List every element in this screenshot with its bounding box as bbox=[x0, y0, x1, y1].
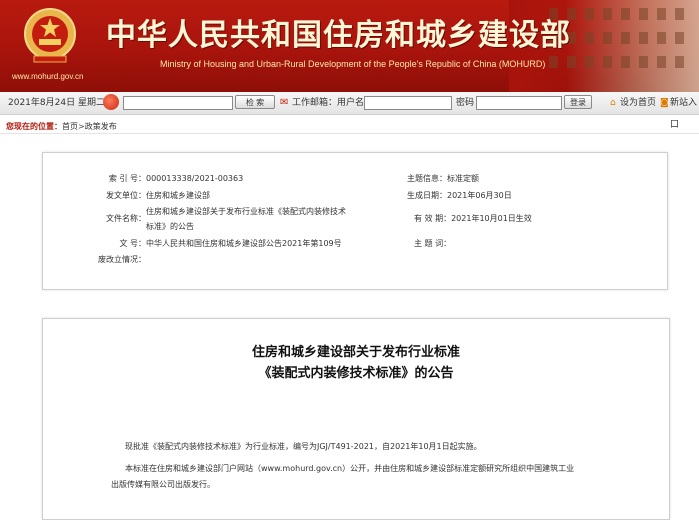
repeal-status-label: 废改立情况： bbox=[98, 255, 146, 264]
ministry-name-en: Ministry of Housing and Urban-Rural Deve… bbox=[160, 59, 546, 69]
article-paragraph-2-line1: 本标准在住房和城乡建设部门户网站（www.mohurd.gov.cn）公开，并由… bbox=[125, 464, 575, 473]
search-icon[interactable] bbox=[103, 94, 119, 110]
effective-label: 有 效 期： bbox=[414, 214, 452, 223]
doc-number-value: 中华人民共和国住房和城乡建设部公告2021年第109号 bbox=[146, 239, 342, 248]
mail-password-input[interactable] bbox=[476, 96, 562, 110]
issuer-label: 发文单位： bbox=[106, 191, 146, 200]
login-button[interactable]: 登录 bbox=[564, 95, 592, 109]
doc-name-value-line2: 标准》的公告 bbox=[146, 222, 194, 231]
ministry-name-cn: 中华人民共和国住房和城乡建设部 bbox=[106, 18, 571, 53]
issuer-value: 住房和城乡建设部 bbox=[146, 191, 210, 200]
new-site-link[interactable]: 新站入口 bbox=[670, 92, 699, 130]
article-title-line1: 住房和城乡建设部关于发布行业标准 bbox=[251, 345, 460, 360]
national-emblem-icon bbox=[24, 8, 76, 63]
mail-username-input[interactable] bbox=[364, 96, 452, 110]
divider bbox=[0, 133, 699, 134]
article-title-line2: 《装配式内装修技术标准》的公告 bbox=[258, 366, 454, 381]
article-panel: 住房和城乡建设部关于发布行业标准 《装配式内装修技术标准》的公告 现批准《装配式… bbox=[42, 318, 670, 520]
mail-password-label: 密码 bbox=[456, 98, 475, 108]
rss-icon: ◙ bbox=[660, 98, 669, 108]
site-url: www.mohurd.gov.cn bbox=[12, 72, 84, 81]
header-banner: www.mohurd.gov.cn 中华人民共和国住房和城乡建设部 Minist… bbox=[0, 0, 699, 92]
mail-username-label: 工作邮箱：用户名 bbox=[292, 98, 365, 108]
search-button[interactable]: 检 索 bbox=[235, 95, 275, 109]
effective-value: 2021年10月01日生效 bbox=[451, 214, 532, 223]
home-icon: ⌂ bbox=[610, 98, 616, 108]
created-date-label: 生成日期： bbox=[407, 191, 447, 200]
doc-number-label: 文 号： bbox=[119, 239, 146, 248]
doc-name-value-line1: 住房和城乡建设部关于发布行业标准《装配式内装修技术 bbox=[146, 207, 346, 216]
article-paragraph-2-line2: 出版传媒有限公司出版发行。 bbox=[111, 480, 215, 489]
breadcrumb-current-link[interactable]: 政策发布 bbox=[85, 122, 117, 131]
doc-name-label: 文件名称： bbox=[106, 214, 146, 223]
keywords-label: 主 题 词： bbox=[414, 239, 452, 248]
mail-icon: ✉ bbox=[280, 97, 289, 108]
set-home-link[interactable]: 设为首页 bbox=[620, 92, 656, 114]
current-date: 2021年8月24日 星期二 bbox=[8, 98, 105, 108]
created-date-value: 2021年06月30日 bbox=[447, 191, 512, 200]
index-value: 000013338/2021-00363 bbox=[146, 174, 244, 183]
top-toolbar: 2021年8月24日 星期二 检 索 ✉ 工作邮箱：用户名 密码 登录 ⌂ 设为… bbox=[0, 92, 699, 130]
breadcrumb: 您现在的位置：首页>政策发布 bbox=[6, 121, 117, 132]
breadcrumb-label: 您现在的位置： bbox=[6, 122, 62, 131]
document-meta-panel: 索 引 号：000013338/2021-00363 主题信息：标准定额 发文单… bbox=[42, 152, 668, 290]
index-label: 索 引 号： bbox=[108, 174, 146, 183]
article-paragraph-1: 现批准《装配式内装修技术标准》为行业标准，编号为JGJ/T491-2021，自2… bbox=[125, 442, 482, 451]
breadcrumb-separator: > bbox=[78, 122, 85, 131]
search-input[interactable] bbox=[123, 96, 233, 110]
breadcrumb-home-link[interactable]: 首页 bbox=[62, 122, 78, 131]
category-value: 标准定额 bbox=[447, 174, 479, 183]
category-label: 主题信息： bbox=[407, 174, 447, 183]
